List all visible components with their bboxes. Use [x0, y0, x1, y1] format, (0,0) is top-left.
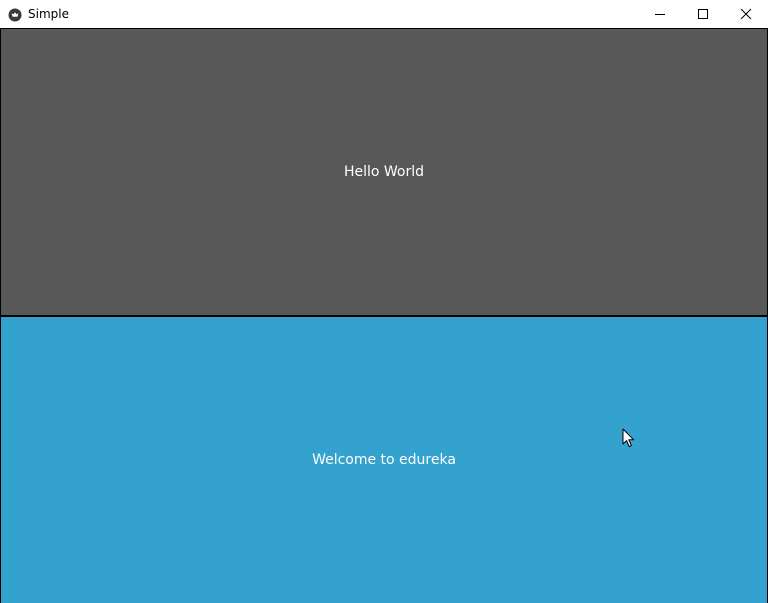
- minimize-icon: [654, 5, 666, 24]
- welcome-label: Welcome to edureka: [312, 452, 456, 468]
- app-window: Simple Hello World Welcome to edureka: [0, 0, 768, 603]
- window-title: Simple: [28, 7, 69, 21]
- top-pane[interactable]: Hello World: [1, 29, 767, 315]
- title-bar[interactable]: Simple: [0, 0, 768, 28]
- minimize-button[interactable]: [638, 0, 682, 28]
- app-logo-icon[interactable]: [8, 7, 22, 22]
- close-icon: [740, 5, 752, 24]
- bottom-pane[interactable]: Welcome to edureka: [1, 317, 767, 603]
- maximize-button[interactable]: [681, 0, 725, 28]
- close-button[interactable]: [724, 0, 768, 28]
- maximize-icon: [697, 5, 709, 24]
- client-area: Hello World Welcome to edureka: [0, 28, 768, 603]
- hello-world-label: Hello World: [343, 164, 425, 180]
